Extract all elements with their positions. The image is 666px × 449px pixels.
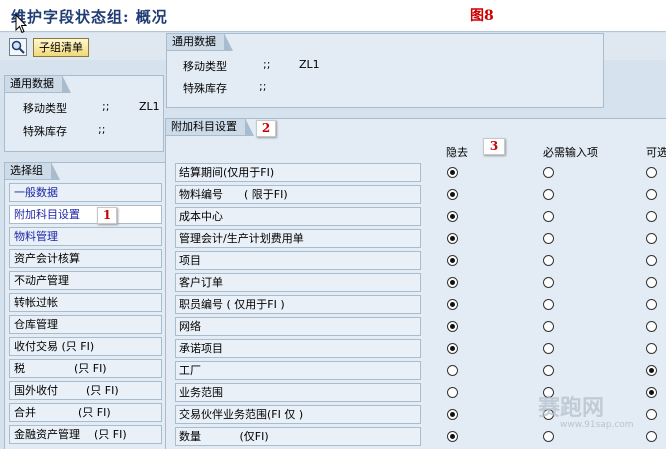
radio-required[interactable] [543, 431, 554, 442]
special-stock-label-left: 特殊库存 [23, 125, 67, 138]
select-group-item[interactable]: 国外收付 (只 FI) [9, 381, 162, 400]
movement-type-label-left: 移动类型 [23, 102, 67, 115]
radio-required[interactable] [543, 167, 554, 178]
select-group-item[interactable]: 税 (只 FI) [9, 359, 162, 378]
select-group-item[interactable]: 附加科目设置 [9, 205, 162, 224]
special-stock-sep-left: ;; [98, 123, 106, 136]
radio-required[interactable] [543, 255, 554, 266]
radio-optional[interactable] [646, 321, 657, 332]
watermark-url: www.91sap.com [560, 420, 634, 430]
select-group-item[interactable]: 资产会计核算 [9, 249, 162, 268]
mouse-cursor-icon [15, 14, 27, 34]
column-header-optional: 可选 [646, 146, 666, 159]
movement-type-sep: ;; [263, 58, 271, 71]
radio-required[interactable] [543, 277, 554, 288]
field-setting-label: 职员编号 ( 仅用于FI ) [175, 295, 421, 314]
radio-hide[interactable] [447, 321, 458, 332]
radio-optional[interactable] [646, 409, 657, 420]
field-setting-label: 业务范围 [175, 383, 421, 402]
field-setting-label: 成本中心 [175, 207, 421, 226]
radio-optional[interactable] [646, 365, 657, 376]
callout-badge-1: 1 [97, 207, 117, 224]
radio-optional[interactable] [646, 233, 657, 244]
radio-hide[interactable] [447, 277, 458, 288]
watermark: 赛跑网 [538, 395, 605, 421]
radio-hide[interactable] [447, 167, 458, 178]
radio-hide[interactable] [447, 343, 458, 354]
search-icon[interactable] [9, 38, 27, 56]
field-setting-label: 客户订单 [175, 273, 421, 292]
radio-hide[interactable] [447, 189, 458, 200]
radio-hide[interactable] [447, 431, 458, 442]
select-group-item[interactable]: 合并 (只 FI) [9, 403, 162, 422]
radio-required[interactable] [543, 211, 554, 222]
title-bar: 维护字段状态组: 概况 图8 [0, 0, 666, 34]
radio-optional[interactable] [646, 387, 657, 398]
field-setting-label: 承诺项目 [175, 339, 421, 358]
figure-label: 图8 [470, 8, 494, 24]
sublist-button[interactable]: 子组清单 [33, 38, 89, 57]
radio-hide[interactable] [447, 387, 458, 398]
special-stock-sep: ;; [259, 80, 267, 93]
select-group-tab: 选择组 [5, 162, 60, 180]
column-header-hide: 隐去 [446, 146, 468, 159]
radio-optional[interactable] [646, 343, 657, 354]
page-title: 维护字段状态组: 概况 [11, 8, 168, 26]
radio-required[interactable] [543, 321, 554, 332]
field-settings-tab: 附加科目设置 [166, 118, 254, 136]
field-setting-label: 结算期间(仅用于FI) [175, 163, 421, 182]
general-data-left: 通用数据 移动类型 ;; ZL1 特殊库存 ;; [4, 75, 164, 152]
radio-optional[interactable] [646, 189, 657, 200]
movement-type-value: ZL1 [299, 58, 320, 71]
radio-hide[interactable] [447, 365, 458, 376]
select-group-item[interactable]: 仓库管理 [9, 315, 162, 334]
radio-optional[interactable] [646, 299, 657, 310]
field-setting-label: 交易伙伴业务范围(FI 仅 ) [175, 405, 421, 424]
field-setting-label: 项目 [175, 251, 421, 270]
radio-hide[interactable] [447, 255, 458, 266]
radio-optional[interactable] [646, 167, 657, 178]
radio-required[interactable] [543, 343, 554, 354]
select-group-item[interactable]: 物料管理 [9, 227, 162, 246]
radio-required[interactable] [543, 365, 554, 376]
field-setting-label: 网络 [175, 317, 421, 336]
field-setting-label: 数量 (仅FI) [175, 427, 421, 446]
radio-required[interactable] [543, 189, 554, 200]
select-group-item[interactable]: 转帐过帐 [9, 293, 162, 312]
radio-required[interactable] [543, 233, 554, 244]
radio-optional[interactable] [646, 431, 657, 442]
radio-hide[interactable] [447, 409, 458, 420]
callout-badge-2: 2 [256, 120, 276, 137]
column-header-required: 必需输入项 [543, 146, 598, 159]
general-data-top: 通用数据 移动类型 ;; ZL1 特殊库存 ;; [166, 33, 604, 108]
field-setting-label: 管理会计/生产计划费用单 [175, 229, 421, 248]
general-data-left-tab: 通用数据 [5, 75, 71, 93]
select-group-item[interactable]: 一般数据 [9, 183, 162, 202]
radio-hide[interactable] [447, 211, 458, 222]
select-group-item[interactable]: 收付交易 (只 FI) [9, 337, 162, 356]
movement-type-value-left: ZL1 [139, 100, 160, 113]
select-group-item[interactable]: 不动产管理 [9, 271, 162, 290]
field-setting-label: 物料编号 ( 限于FI) [175, 185, 421, 204]
general-data-top-tab: 通用数据 [167, 33, 233, 51]
radio-hide[interactable] [447, 299, 458, 310]
movement-type-sep-left: ;; [102, 100, 110, 113]
radio-optional[interactable] [646, 211, 657, 222]
callout-badge-3: 3 [483, 138, 505, 155]
select-group-item[interactable]: 金融资产管理 (只 FI) [9, 425, 162, 444]
radio-optional[interactable] [646, 255, 657, 266]
movement-type-label: 移动类型 [183, 60, 227, 73]
radio-hide[interactable] [447, 233, 458, 244]
radio-required[interactable] [543, 299, 554, 310]
field-setting-label: 工厂 [175, 361, 421, 380]
radio-optional[interactable] [646, 277, 657, 288]
special-stock-label: 特殊库存 [183, 82, 227, 95]
